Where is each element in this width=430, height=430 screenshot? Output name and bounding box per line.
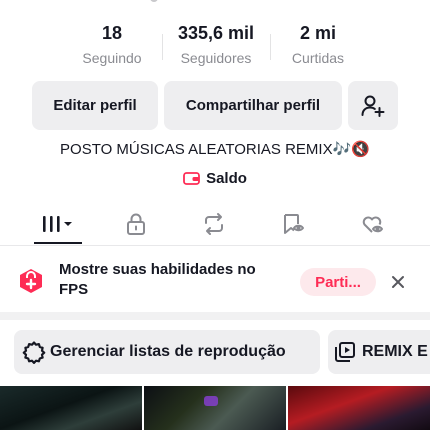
balance-label: Saldo	[206, 170, 247, 187]
video-thumbnail[interactable]	[0, 386, 142, 430]
participate-button[interactable]: Parti...	[300, 268, 376, 296]
following-label: Seguindo	[82, 50, 142, 66]
balance-link[interactable]: Saldo	[0, 170, 430, 187]
video-thumbnail[interactable]	[144, 386, 286, 430]
promo-text: Mostre suas habilidades no FPS	[59, 261, 256, 298]
liked-hidden-icon	[362, 216, 383, 233]
stat-following[interactable]: 18 Seguindo	[72, 22, 152, 66]
add-user-icon	[361, 95, 385, 117]
active-tab-indicator	[34, 242, 82, 244]
following-count: 18	[101, 23, 123, 43]
edit-profile-label: Editar perfil	[53, 97, 137, 114]
playlist-name: REMIX E	[362, 343, 428, 360]
tab-reposts[interactable]	[184, 206, 244, 242]
stat-likes[interactable]: 2 mi Curtidas	[278, 22, 358, 66]
tab-saved[interactable]	[262, 206, 322, 242]
profile-bio: POSTO MÚSICAS ALEATORIAS REMIX🎶🔇	[60, 141, 370, 158]
share-profile-button[interactable]: Compartilhar perfil	[164, 81, 342, 130]
lock-icon	[127, 213, 145, 235]
grid-videos-icon	[43, 216, 72, 232]
close-banner-button[interactable]	[386, 270, 410, 294]
game-icon-badge	[18, 268, 44, 294]
wallet-icon	[183, 172, 200, 185]
followers-label: Seguidores	[180, 50, 252, 66]
add-friends-button[interactable]	[348, 81, 398, 130]
playlist-chip[interactable]: REMIX E	[328, 330, 430, 374]
edit-profile-button[interactable]: Editar perfil	[32, 81, 158, 130]
likes-count: 2 mi	[299, 23, 337, 43]
manage-playlists-button[interactable]: Gerenciar listas de reprodução	[14, 330, 320, 374]
tab-liked[interactable]	[342, 206, 402, 242]
likes-label: Curtidas	[291, 50, 345, 66]
stat-divider	[162, 34, 163, 60]
avatar-edge	[150, 0, 158, 2]
followers-count: 335,6 mil	[177, 23, 255, 43]
tab-videos[interactable]	[28, 206, 88, 242]
close-icon	[392, 276, 404, 288]
video-thumbnail[interactable]	[288, 386, 430, 430]
manage-playlists-label: Gerenciar listas de reprodução	[50, 343, 286, 360]
section-divider	[0, 312, 430, 320]
game-icon	[20, 269, 42, 293]
participate-label: Parti...	[315, 273, 361, 291]
settings-gear-icon	[22, 341, 46, 364]
thumbnail-sparkle	[204, 396, 218, 406]
bookmark-hidden-icon	[284, 214, 304, 234]
stat-followers[interactable]: 335,6 mil Seguidores	[168, 22, 264, 66]
tab-private[interactable]	[106, 206, 166, 242]
repost-icon	[205, 213, 223, 235]
share-profile-label: Compartilhar perfil	[185, 97, 321, 114]
playlist-icon	[335, 342, 355, 362]
stat-divider	[270, 34, 271, 60]
